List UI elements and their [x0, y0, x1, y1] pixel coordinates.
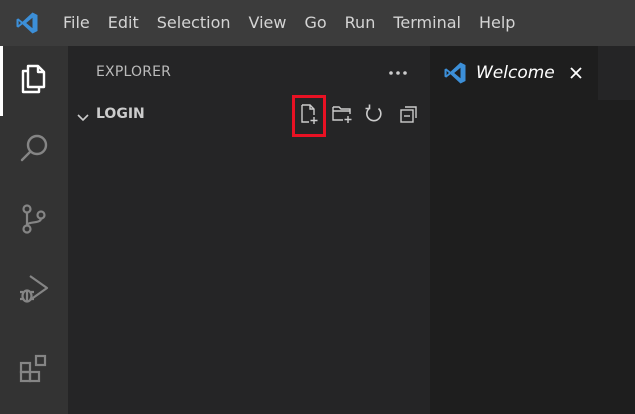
- activity-search[interactable]: [0, 116, 68, 186]
- new-file-highlight: [292, 95, 326, 137]
- folder-section-header[interactable]: LOGIN: [68, 102, 430, 130]
- folder-name: LOGIN: [96, 106, 145, 122]
- close-icon[interactable]: [564, 61, 588, 85]
- vscode-logo-icon: [442, 60, 468, 86]
- menu-run[interactable]: Run: [336, 0, 385, 46]
- run-debug-icon: [17, 272, 51, 310]
- files-icon: [17, 62, 51, 100]
- activity-explorer[interactable]: [0, 46, 68, 116]
- collapse-all-button[interactable]: [395, 102, 423, 130]
- refresh-icon: [363, 103, 385, 129]
- menu-bar: File Edit Selection View Go Run Terminal…: [0, 0, 635, 46]
- new-folder-button[interactable]: [328, 102, 356, 130]
- menu-view[interactable]: View: [240, 0, 296, 46]
- collapse-all-icon: [398, 103, 420, 129]
- menu-go[interactable]: Go: [295, 0, 335, 46]
- tab-label: Welcome: [476, 63, 555, 83]
- menu-file[interactable]: File: [54, 0, 99, 46]
- refresh-button[interactable]: [360, 102, 388, 130]
- more-actions-button[interactable]: [386, 58, 410, 82]
- activity-source-control[interactable]: [0, 186, 68, 256]
- editor-area: [430, 100, 635, 414]
- ellipsis-icon: [388, 61, 408, 80]
- extensions-icon: [17, 352, 51, 390]
- explorer-sidebar: EXPLORER LOGIN: [68, 46, 430, 414]
- chevron-down-icon: [74, 108, 92, 126]
- menu-edit[interactable]: Edit: [99, 0, 148, 46]
- menu-help[interactable]: Help: [470, 0, 524, 46]
- activity-bar: [0, 46, 68, 414]
- search-icon: [17, 132, 51, 170]
- vscode-logo-icon: [0, 0, 54, 46]
- source-control-icon: [17, 202, 51, 240]
- tab-welcome[interactable]: Welcome: [430, 46, 598, 100]
- sidebar-header: EXPLORER: [96, 64, 172, 80]
- activity-run-debug[interactable]: [0, 256, 68, 326]
- menu-selection[interactable]: Selection: [148, 0, 240, 46]
- menu-terminal[interactable]: Terminal: [384, 0, 470, 46]
- activity-extensions[interactable]: [0, 336, 68, 406]
- editor-tab-bar: Welcome: [430, 46, 635, 100]
- new-folder-icon: [331, 103, 353, 129]
